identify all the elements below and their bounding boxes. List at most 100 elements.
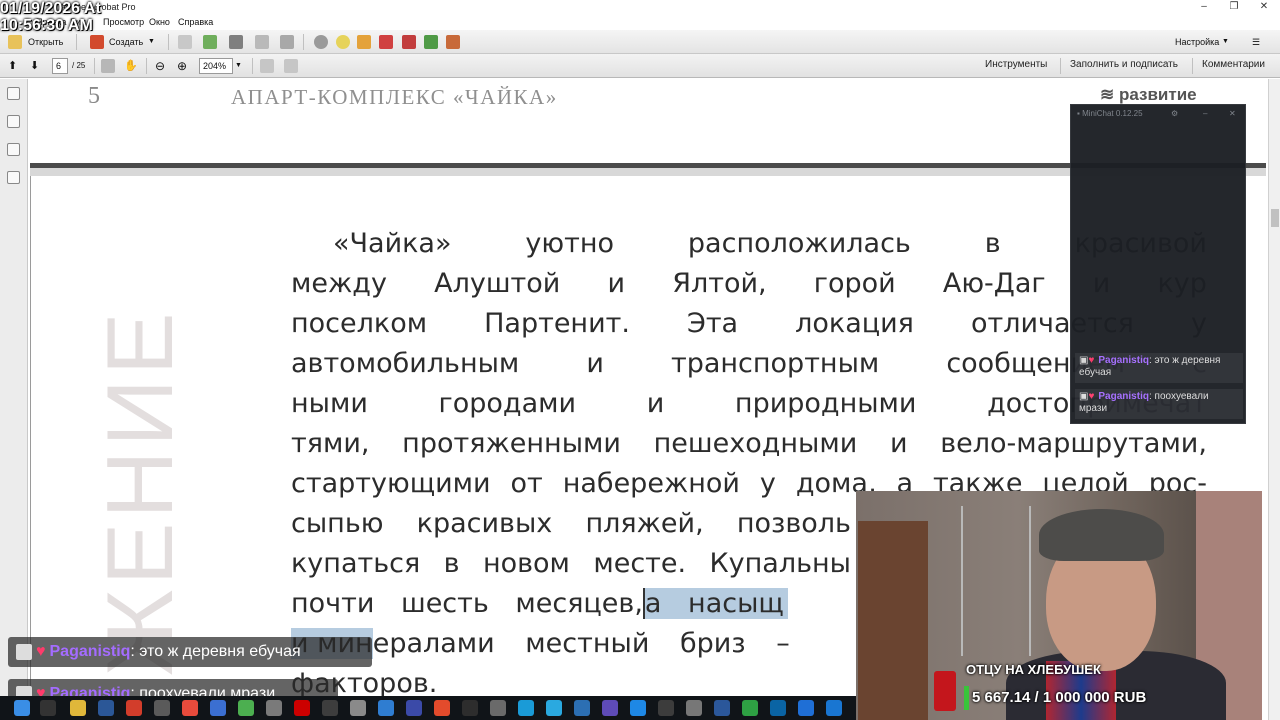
chat-message: ▣♥ Paganistiq: это ж деревня ебучая <box>1075 353 1243 383</box>
zoom-input[interactable]: 204% <box>199 58 233 74</box>
create-button[interactable]: Создать <box>109 34 143 50</box>
chevron-down-icon[interactable]: ▼ <box>235 58 242 74</box>
stamp-icon[interactable] <box>379 35 393 49</box>
fit-page-icon[interactable] <box>260 59 274 73</box>
app-icon[interactable] <box>462 700 478 716</box>
yandex-icon[interactable] <box>126 700 142 716</box>
chevron-down-icon[interactable]: ▼ <box>148 34 155 50</box>
hand-tool-icon[interactable]: ✋ <box>124 58 138 74</box>
taskbar <box>0 696 856 720</box>
chrome-icon[interactable] <box>238 700 254 716</box>
search-icon[interactable] <box>40 700 56 716</box>
signature-icon[interactable] <box>7 143 20 156</box>
start-icon[interactable] <box>14 700 30 716</box>
edit-icon[interactable] <box>255 35 269 49</box>
word: между <box>291 268 387 299</box>
gear-icon[interactable]: ⚙ <box>1171 109 1178 118</box>
layers-icon[interactable] <box>7 171 20 184</box>
photoshop-icon[interactable] <box>406 700 422 716</box>
app-icon[interactable] <box>686 700 702 716</box>
cloud-upload-icon[interactable] <box>203 35 217 49</box>
settings-icon[interactable] <box>350 700 366 716</box>
open-button[interactable]: Открыть <box>28 34 63 50</box>
select-tool-icon[interactable] <box>101 59 115 73</box>
menu-help[interactable]: Справка <box>178 17 213 27</box>
minimize-icon[interactable]: – <box>1203 109 1207 118</box>
redact-icon[interactable] <box>402 35 416 49</box>
chevron-down-icon[interactable]: ▼ <box>1222 34 1229 50</box>
menu-icon[interactable]: ☰ <box>1252 34 1260 50</box>
page-number: 5 <box>88 83 100 109</box>
brand-name: развитие <box>1118 85 1197 104</box>
tools-link[interactable]: Инструменты <box>985 59 1047 70</box>
brave-icon[interactable] <box>434 700 450 716</box>
word: ными <box>291 388 368 419</box>
word-icon[interactable] <box>714 700 730 716</box>
arrow-up-icon[interactable]: ⬆ <box>8 58 17 74</box>
text-selection[interactable]: а насыщ <box>642 588 788 619</box>
chat-username: Paganistiq <box>1098 355 1149 366</box>
comments-link[interactable]: Комментарии <box>1202 59 1265 70</box>
app-icon[interactable] <box>630 700 646 716</box>
maximize-button[interactable]: ❐ <box>1220 0 1248 14</box>
app-icon[interactable] <box>490 700 506 716</box>
app-icon[interactable] <box>182 700 198 716</box>
zoom-in-icon[interactable]: ⊕ <box>177 58 187 74</box>
app-icon[interactable] <box>154 700 170 716</box>
clock-overlay: 01/19/2026 At 10:56:30 AM <box>0 0 101 34</box>
app-icon[interactable] <box>266 700 282 716</box>
settings-icon[interactable] <box>314 35 328 49</box>
print-icon[interactable] <box>229 35 243 49</box>
comment-icon[interactable] <box>336 35 350 49</box>
title-bar: Adobe Acrobat Pro – ❐ ✕ <box>0 0 1280 14</box>
explorer-icon[interactable] <box>70 700 86 716</box>
word: пешеходными <box>653 428 858 459</box>
email-icon[interactable] <box>280 35 294 49</box>
minimize-button[interactable]: – <box>1190 0 1218 14</box>
app-icon[interactable] <box>518 700 534 716</box>
bookmark-icon[interactable] <box>7 115 20 128</box>
close-button[interactable]: ✕ <box>1250 0 1278 14</box>
word: и <box>889 428 908 459</box>
menu-browse[interactable]: Просмотр <box>103 17 144 27</box>
app-icon[interactable] <box>322 700 338 716</box>
overlay-time: 10:56:30 AM <box>0 17 93 34</box>
steam-icon[interactable] <box>658 700 674 716</box>
scrollbar-thumb[interactable] <box>1271 209 1279 227</box>
app-icon[interactable] <box>798 700 814 716</box>
navigation-toolbar: ⬆ ⬇ 6 / 25 ✋ ⊖ ⊕ 204% ▼ Инструменты Запо… <box>0 54 1280 78</box>
donation-goal-progress: 5 667.14 / 1 000 000 RUB <box>972 689 1147 706</box>
pages-icon[interactable] <box>7 87 20 100</box>
app-icon[interactable] <box>770 700 786 716</box>
vertical-heading-text: ЖЕНИЕ <box>87 308 192 676</box>
close-icon[interactable]: ✕ <box>1229 109 1236 118</box>
page-number-input[interactable]: 6 <box>52 58 68 74</box>
word: и <box>586 348 604 379</box>
arrow-down-icon[interactable]: ⬇ <box>30 58 39 74</box>
app-icon[interactable] <box>742 700 758 716</box>
highlight-icon[interactable] <box>357 35 371 49</box>
word: поселком <box>291 308 428 339</box>
form-icon[interactable] <box>446 35 460 49</box>
customize-button[interactable]: Настройка <box>1175 34 1219 50</box>
app-icon[interactable] <box>378 700 394 716</box>
app-icon[interactable] <box>574 700 590 716</box>
overlay-chat-message: ♥ Paganistiq: это ж деревня ебучая <box>8 637 372 667</box>
telegram-icon[interactable] <box>546 700 562 716</box>
app-icon[interactable] <box>98 700 114 716</box>
zoom-out-icon[interactable]: ⊖ <box>155 58 165 74</box>
vertical-scrollbar[interactable] <box>1268 79 1280 720</box>
acrobat-icon[interactable] <box>294 700 310 716</box>
fill-sign-link[interactable]: Заполнить и подписать <box>1070 59 1178 70</box>
separator <box>94 58 95 74</box>
app-icon[interactable] <box>602 700 618 716</box>
folder-icon <box>8 35 22 49</box>
export-icon[interactable] <box>424 35 438 49</box>
word: локация <box>795 308 914 339</box>
create-pdf-icon <box>90 35 104 49</box>
save-icon[interactable] <box>178 35 192 49</box>
full-screen-icon[interactable] <box>284 59 298 73</box>
app-icon[interactable] <box>210 700 226 716</box>
edge-icon[interactable] <box>826 700 842 716</box>
menu-window[interactable]: Окно <box>149 17 170 27</box>
